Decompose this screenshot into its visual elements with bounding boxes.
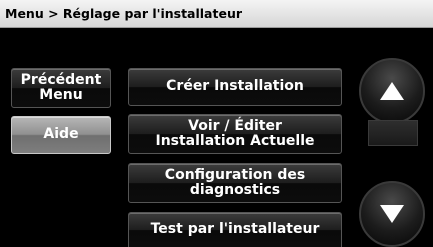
help-button[interactable]: Aide: [11, 116, 111, 154]
up-arrow-icon: [380, 82, 404, 100]
diagnostics-label-line2: diagnostics: [189, 182, 281, 198]
view-edit-label-line2: Installation Actuelle: [155, 133, 315, 149]
create-installation-label: Créer Installation: [166, 78, 304, 95]
view-edit-installation-button[interactable]: Voir / Éditer Installation Actuelle: [128, 114, 342, 154]
scroll-up-button[interactable]: [359, 58, 425, 124]
breadcrumb: Menu > Réglage par l'installateur: [0, 0, 433, 28]
down-arrow-icon: [380, 205, 404, 223]
installer-test-label: Test par l'installateur: [150, 221, 320, 238]
previous-menu-label-line1: Précédent: [20, 71, 102, 88]
help-label: Aide: [43, 126, 79, 143]
installer-test-button[interactable]: Test par l'installateur: [128, 212, 342, 247]
previous-menu-button[interactable]: Précédent Menu: [11, 68, 111, 108]
scroll-down-button[interactable]: [359, 181, 425, 247]
create-installation-button[interactable]: Créer Installation: [128, 68, 342, 106]
diagnostics-configuration-button[interactable]: Configuration des diagnostics: [128, 163, 342, 203]
diagnostics-label-line1: Configuration des: [164, 166, 306, 183]
scroll-indicator: [368, 120, 418, 146]
previous-menu-label-line2: Menu: [39, 87, 83, 103]
view-edit-label-line1: Voir / Éditer: [188, 117, 282, 134]
